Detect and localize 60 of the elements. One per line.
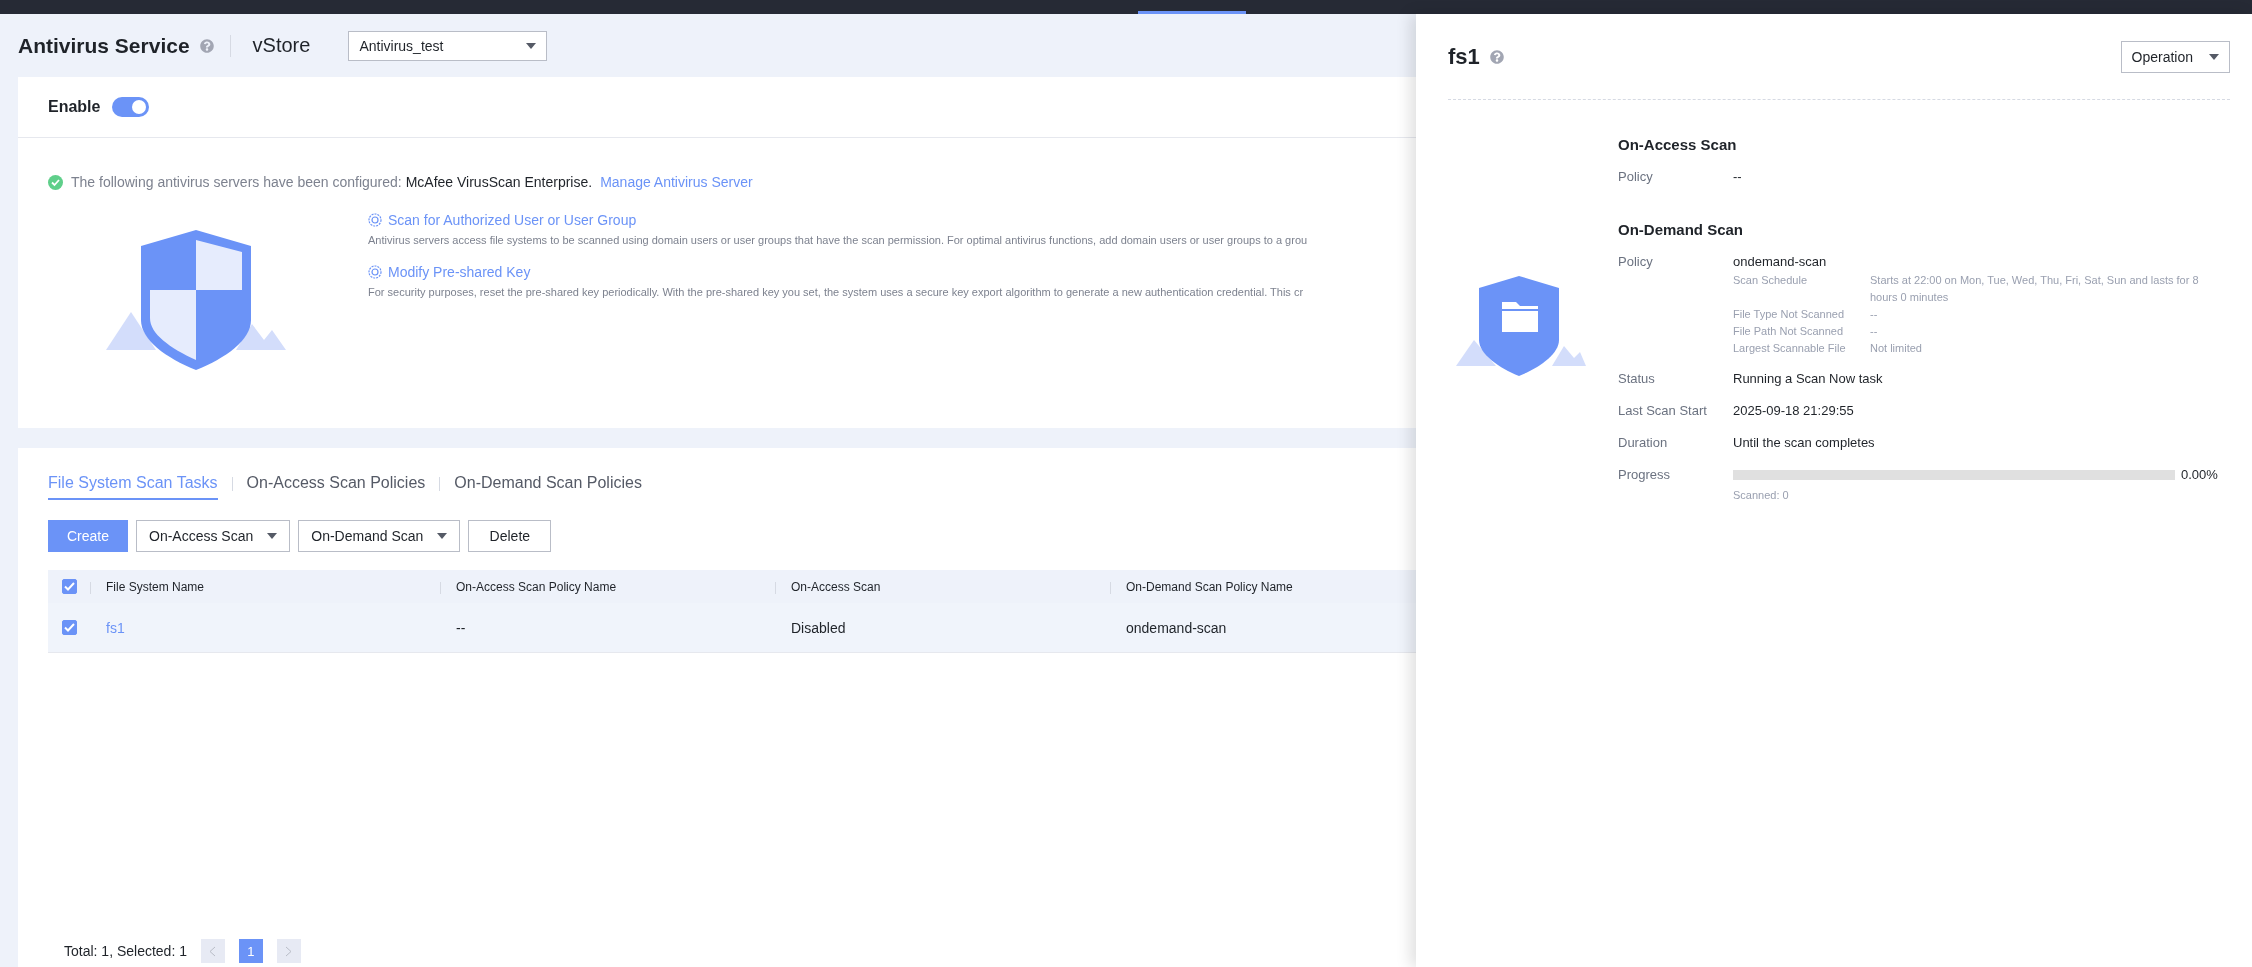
detail-value: -- [1870,324,1879,339]
detail-label: File Type Not Scanned [1733,307,1846,322]
column-header: On-Access Scan [775,579,1110,594]
tip-description: For security purposes, reset the pre-shared key periodically. With the pre-shared key you set, the system uses a secure key export algorithm to generate a new authentication credential. This cr [368,286,1305,298]
next-page-button[interactable] [276,939,301,963]
tab[interactable]: On-Access Scan Policies [246,474,426,500]
column-header: File System Name [90,579,440,594]
chevron-left-icon [209,945,217,957]
detail-value: -- [1870,307,1879,322]
field-label: Progress [1618,466,1672,484]
field-value: -- [1733,168,1743,186]
progress-value: 0.00% [2181,466,2218,484]
field-value: Running a Scan Now task [1733,370,1884,388]
field-label: Duration [1618,434,1669,452]
notice-text: The following antivirus servers have been configured: McAfee VirusScan Enterprise. Manage Antivirus Server [71,174,753,190]
page-title: Antivirus Service [18,33,190,58]
detail-value: Starts at 22:00 on Mon, Tue, Wed, Thu, Fri, Sat, Sun and lasts for 8 hours 0 minutes [1870,273,2200,305]
table-cell-text: ondemand-scan [1125,619,1228,636]
caret-icon [437,533,448,539]
detail-value: Not limited [1870,341,1923,356]
field-label: Policy [1618,253,1654,271]
gear-icon [368,213,382,227]
field-value: 2025-09-18 21:29:55 [1733,402,1855,420]
caret-icon [526,42,537,49]
operation-dropdown[interactable]: Operation [2120,40,2230,73]
detail-label: File Path Not Scanned [1733,324,1845,339]
table-cell-text: -- [455,619,467,636]
tab[interactable]: On-Demand Scan Policies [454,474,642,500]
field-label: Policy [1618,168,1654,186]
drawer-title: fs1 [1448,43,1480,70]
field-label: Last Scan Start [1618,402,1708,420]
section-heading: On-Access Scan [1618,136,1738,153]
row-checkbox[interactable] [61,620,77,635]
field-value: Until the scan completes [1733,434,1876,452]
section-heading: On-Demand Scan [1618,221,1745,238]
caret-icon [267,533,278,539]
pagination-summary: Total: 1, Selected: 1 [64,943,187,959]
dropdown-button[interactable]: On-Access Scan [136,520,291,552]
table-cell-text: Disabled [790,619,847,636]
field-value: ondemand-scan [1733,253,1828,271]
vstore-label: vStore [252,34,311,57]
chevron-right-icon [285,945,293,957]
success-icon [48,174,63,190]
caret-icon [2209,53,2219,60]
select-all-checkbox[interactable] [61,579,77,594]
help-icon[interactable] [199,38,214,53]
column-header: On-Access Scan Policy Name [440,579,775,594]
detail-label: Largest Scannable File [1733,341,1847,356]
dropdown-button[interactable]: On-Demand Scan [298,520,461,552]
enable-label: Enable [48,98,101,116]
field-label: Status [1618,370,1656,388]
previous-page-button[interactable] [200,939,225,963]
detail-label: Scan Schedule [1733,273,1808,288]
tip-description: Antivirus servers access file systems to be scanned using domain users or user groups that have the scan permission. For optimal antivirus functions, add domain users or user groups to a grou [368,234,1308,246]
gear-icon [368,265,382,279]
enable-toggle[interactable] [112,97,150,117]
help-icon[interactable] [1489,49,1504,64]
vstore-select[interactable]: Antivirus_test [348,30,548,61]
progress-note: Scanned: 0 [1733,489,1790,501]
toolbar-button[interactable]: Delete [468,520,552,552]
